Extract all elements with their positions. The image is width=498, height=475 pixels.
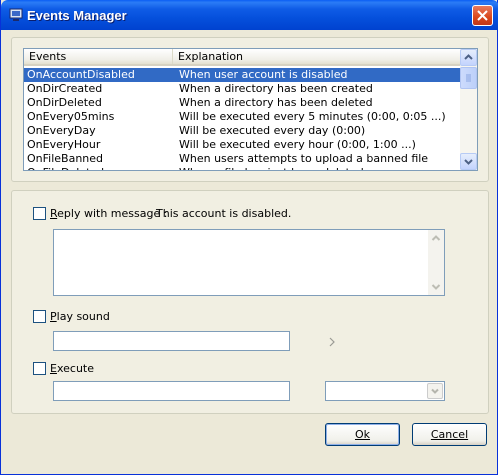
execute-checkbox[interactable] — [33, 362, 46, 375]
event-explanation: When a file has just been deleted — [179, 166, 364, 170]
events-listview[interactable]: Events Explanation OnAccountDisabled When… — [23, 48, 478, 171]
window-title: Events Manager — [27, 8, 127, 23]
column-events[interactable]: Events — [24, 49, 173, 64]
event-name: OnDirCreated — [27, 82, 103, 95]
combo-dropdown-button[interactable] — [427, 383, 443, 399]
event-explanation: When user account is disabled — [179, 68, 348, 81]
list-item[interactable]: OnAccountDisabled When user account is di… — [24, 68, 462, 82]
play-arrow-icon[interactable] — [327, 337, 337, 347]
textarea-scrollbar[interactable] — [428, 230, 444, 295]
execute-label[interactable]: Execute — [50, 362, 94, 375]
event-explanation: When users attempts to upload a banned f… — [179, 152, 429, 165]
list-item[interactable]: OnDirCreated When a directory has been cr… — [24, 82, 462, 96]
event-name: OnFileDeleted — [27, 166, 104, 170]
play-sound-label[interactable]: Play sound — [50, 310, 110, 323]
chevron-down-icon — [431, 284, 441, 290]
chevron-up-icon — [464, 54, 473, 60]
grip-icon — [466, 74, 471, 82]
event-name: OnEveryDay — [27, 124, 96, 137]
cancel-button-label: Cancel — [430, 428, 469, 441]
list-item[interactable]: OnEveryDay Will be executed every day (0:… — [24, 124, 462, 138]
play-sound-checkbox[interactable] — [33, 310, 46, 323]
list-item[interactable]: OnEveryHour Will be executed every hour (… — [24, 138, 462, 152]
list-item[interactable]: OnEvery05mins Will be executed every 5 mi… — [24, 110, 462, 124]
event-name: OnDirDeleted — [27, 96, 102, 109]
sound-file-input[interactable] — [53, 331, 290, 351]
chevron-down-icon — [464, 159, 473, 165]
event-explanation: Will be executed every hour (0:00, 1:00 … — [179, 138, 416, 151]
list-item[interactable]: OnDirDeleted When a directory has been de… — [24, 96, 462, 110]
app-icon — [9, 8, 23, 21]
reply-checkbox[interactable] — [33, 207, 46, 220]
execute-command-input[interactable] — [53, 381, 290, 401]
scroll-up-button[interactable] — [460, 49, 477, 66]
scroll-thumb[interactable] — [460, 67, 477, 89]
reply-hint: This account is disabled. — [156, 207, 292, 220]
column-explanation[interactable]: Explanation — [173, 49, 462, 64]
event-explanation: When a directory has been deleted — [179, 96, 373, 109]
event-name: OnFileBanned — [27, 152, 104, 165]
event-explanation: Will be executed every 5 minutes (0:00, … — [179, 110, 446, 123]
event-explanation: When a directory has been created — [179, 82, 373, 95]
cancel-button[interactable]: Cancel — [412, 423, 487, 446]
close-button[interactable] — [472, 5, 493, 26]
reply-message-textarea[interactable] — [53, 229, 445, 296]
listview-scrollbar[interactable] — [460, 49, 477, 170]
list-item[interactable]: OnFileBanned When users attempts to uploa… — [24, 152, 462, 166]
title-bar[interactable]: Events Manager — [1, 0, 498, 30]
chevron-up-icon — [431, 235, 441, 241]
scroll-down-button[interactable] — [460, 153, 477, 170]
event-name: OnEvery05mins — [27, 110, 115, 123]
chevron-down-icon — [431, 388, 439, 394]
list-item[interactable]: OnFileDeleted When a file has just been d… — [24, 166, 462, 170]
reply-label[interactable]: Reply with message : — [50, 207, 167, 220]
listview-header: Events Explanation — [24, 49, 462, 66]
ok-button[interactable]: Ok — [325, 423, 400, 446]
execute-option-select[interactable] — [325, 381, 445, 401]
close-icon — [477, 10, 488, 21]
event-name: OnEveryHour — [27, 138, 101, 151]
event-explanation: Will be executed every day (0:00) — [179, 124, 366, 137]
event-name: OnAccountDisabled — [27, 68, 135, 81]
ok-button-label: Ok — [354, 428, 371, 441]
events-manager-window: Events Manager Events Explanation OnAcco… — [0, 0, 498, 475]
